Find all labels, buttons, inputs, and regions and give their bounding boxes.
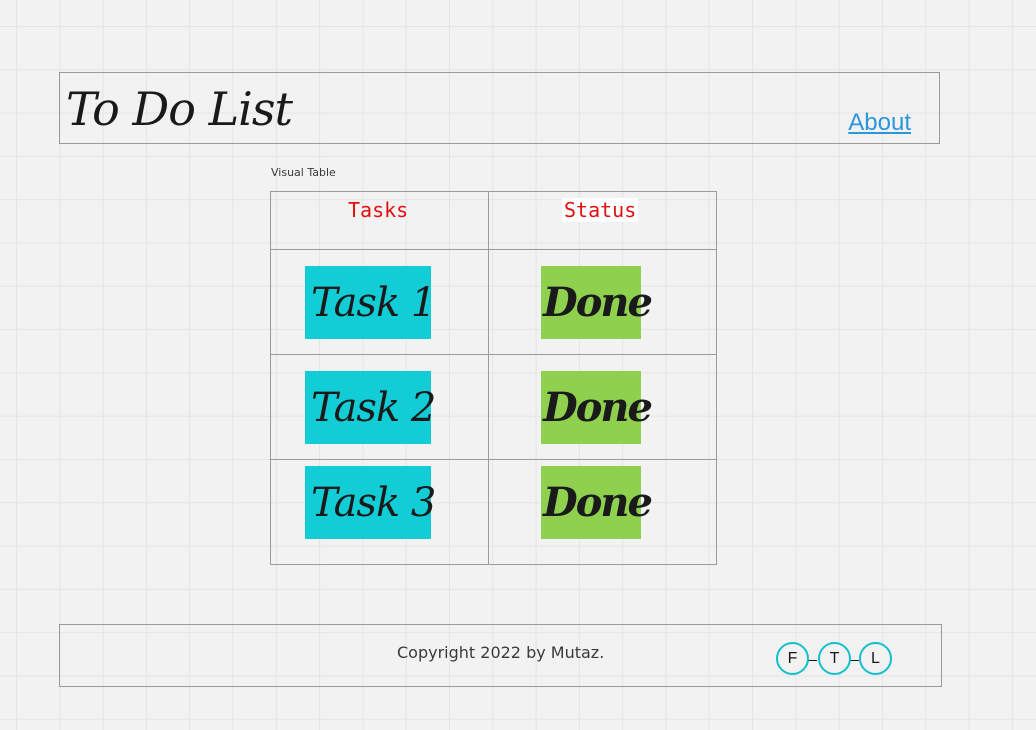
footer-frame: Copyright 2022 by Mutaz. F T L <box>59 624 942 687</box>
status-sticky-1[interactable]: Done <box>541 266 653 339</box>
social-connector <box>850 660 859 661</box>
visual-table: Tasks Status Task 1 Done Task 2 Done Tas… <box>270 191 717 565</box>
tasks-column-header: Tasks <box>348 198 409 222</box>
column-divider <box>488 192 489 564</box>
page-title: To Do List <box>66 82 293 136</box>
table-caption: Visual Table <box>271 166 336 179</box>
task-sticky-1[interactable]: Task 1 <box>305 266 436 339</box>
social-connector <box>808 660 817 661</box>
copyright-text: Copyright 2022 by Mutaz. <box>397 643 605 662</box>
task-sticky-2[interactable]: Task 2 <box>305 371 436 444</box>
status-sticky-3[interactable]: Done <box>541 466 653 539</box>
facebook-icon[interactable]: F <box>776 642 809 675</box>
row-divider <box>271 354 716 355</box>
twitter-icon[interactable]: T <box>818 642 851 675</box>
row-divider <box>271 249 716 250</box>
header-frame: To Do List About <box>59 72 940 144</box>
task-sticky-3[interactable]: Task 3 <box>305 466 436 539</box>
row-divider <box>271 459 716 460</box>
status-sticky-2[interactable]: Done <box>541 371 653 444</box>
linkedin-icon[interactable]: L <box>859 642 892 675</box>
about-link[interactable]: About <box>848 109 911 137</box>
status-column-header: Status <box>562 198 639 222</box>
